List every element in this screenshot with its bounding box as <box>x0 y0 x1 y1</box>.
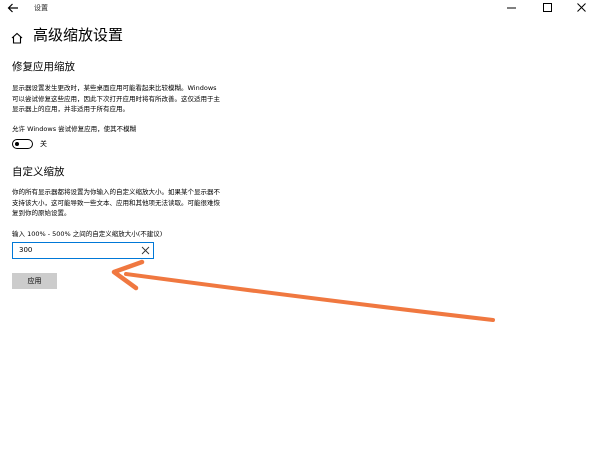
fix-scaling-heading: 修复应用缩放 <box>12 61 75 73</box>
fix-apps-toggle-label: 允许 Windows 尝试修复应用，使其不模糊 <box>12 125 137 133</box>
close-icon <box>577 3 586 12</box>
fix-apps-toggle[interactable] <box>12 139 33 149</box>
annotation-arrow-head <box>111 259 145 291</box>
fix-scaling-description-line: 显示器设置发生更改时，某些桌面应用可能看起来比较模糊。Windows <box>12 84 217 92</box>
close-button[interactable] <box>567 0 597 16</box>
custom-scale-input-label: 输入 100% - 500% 之间的自定义缩放大小(不建议) <box>12 230 163 238</box>
fix-scaling-description-line: 显示器上的应用，并非适用于所有应用。 <box>12 105 129 113</box>
toggle-state-text: 关 <box>40 140 47 148</box>
custom-scaling-description-line: 复到你的原始设置。 <box>12 209 71 217</box>
home-icon[interactable] <box>11 32 23 44</box>
toggle-knob <box>15 141 19 146</box>
fix-scaling-description-line: 可以尝试修复这些应用，因此下次打开应用时将有所改善。这仅适用于主 <box>12 94 220 103</box>
apply-button[interactable]: 应用 <box>12 273 57 289</box>
annotation-arrow <box>111 259 495 322</box>
custom-scaling-heading: 自定义缩放 <box>12 166 65 178</box>
annotation-arrow-shaft <box>124 272 495 322</box>
page-title: 高级缩放设置 <box>33 26 124 44</box>
minimize-button[interactable] <box>497 0 527 16</box>
custom-scale-input[interactable]: 300 <box>12 242 154 259</box>
custom-scale-input-value[interactable]: 300 <box>19 245 32 256</box>
minimize-icon <box>507 7 516 9</box>
maximize-button[interactable] <box>533 0 563 16</box>
clear-icon[interactable] <box>141 246 150 255</box>
app-title: 设置 <box>34 4 48 12</box>
back-arrow-icon[interactable] <box>6 1 20 15</box>
fix-scaling-description: 显示器设置发生更改时，某些桌面应用可能看起来比较模糊。Windows 可以尝试修… <box>12 83 252 115</box>
maximize-icon <box>543 3 552 12</box>
custom-scaling-description: 你的所有显示器都将设置为你输入的自定义缩放大小。如果某个显示器不 支持该大小，这… <box>12 187 252 219</box>
custom-scaling-description-line: 支持该大小，这可能导致一些文本、应用和其他项无法读取。可能很难恢 <box>12 198 220 207</box>
title-bar: 设置 <box>0 0 600 16</box>
custom-scaling-description-line: 你的所有显示器都将设置为你输入的自定义缩放大小。如果某个显示器不 <box>12 188 220 196</box>
